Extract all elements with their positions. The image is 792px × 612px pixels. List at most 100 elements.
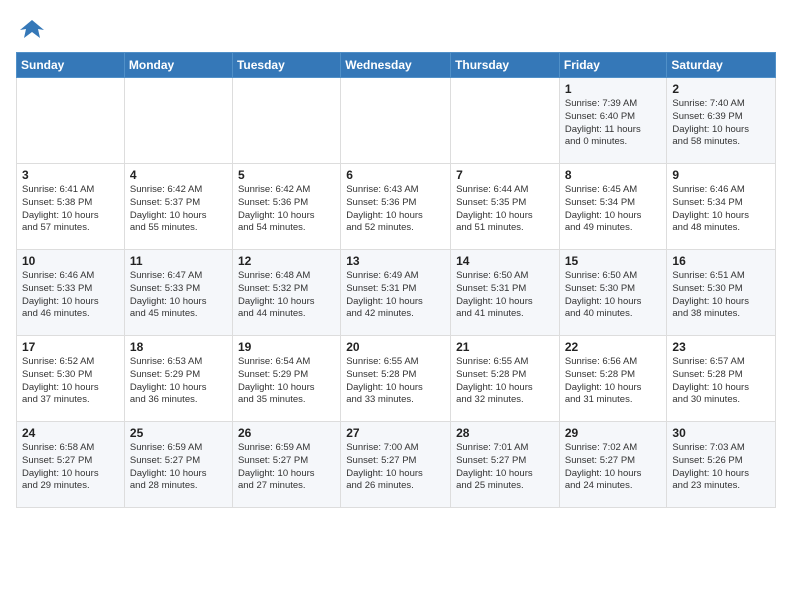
day-info: Sunrise: 6:53 AMSunset: 5:29 PMDaylight:… <box>130 356 227 407</box>
day-info: Sunrise: 6:49 AMSunset: 5:31 PMDaylight:… <box>346 270 445 321</box>
week-row-5: 24Sunrise: 6:58 AMSunset: 5:27 PMDayligh… <box>17 422 776 508</box>
weekday-wednesday: Wednesday <box>341 53 451 78</box>
day-cell: 9 Sunrise: 6:46 AMSunset: 5:34 PMDaylight… <box>667 164 776 250</box>
day-number: 8 <box>565 168 662 182</box>
day-cell: 2 Sunrise: 7:40 AMSunset: 6:39 PMDaylight… <box>667 78 776 164</box>
calendar-table: SundayMondayTuesdayWednesdayThursdayFrid… <box>16 52 776 508</box>
day-number: 17 <box>22 340 119 354</box>
day-number: 28 <box>456 426 554 440</box>
day-number: 1 <box>565 82 662 96</box>
week-row-4: 17 Sunrise: 6:52 AMSunset: 5:30 PMDayligh… <box>17 336 776 422</box>
day-cell <box>124 78 232 164</box>
day-info: Sunrise: 7:03 AMSunset: 5:26 PMDaylight:… <box>672 442 770 493</box>
day-cell: 18 Sunrise: 6:53 AMSunset: 5:29 PMDayligh… <box>124 336 232 422</box>
day-number: 2 <box>672 82 770 96</box>
day-info: Sunrise: 6:46 AMSunset: 5:33 PMDaylight:… <box>22 270 119 321</box>
day-number: 12 <box>238 254 335 268</box>
day-cell <box>341 78 451 164</box>
weekday-header-row: SundayMondayTuesdayWednesdayThursdayFrid… <box>17 53 776 78</box>
day-info: Sunrise: 7:39 AMSunset: 6:40 PMDaylight:… <box>565 98 662 149</box>
day-info: Sunrise: 7:02 AMSunset: 5:27 PMDaylight:… <box>565 442 662 493</box>
day-cell: 28 Sunrise: 7:01 AMSunset: 5:27 PMDayligh… <box>451 422 560 508</box>
logo <box>16 16 46 40</box>
day-cell: 1 Sunrise: 7:39 AMSunset: 6:40 PMDaylight… <box>559 78 667 164</box>
logo-bird-icon <box>18 16 46 44</box>
day-cell: 21Sunrise: 6:55 AMSunset: 5:28 PMDayligh… <box>451 336 560 422</box>
day-number: 10 <box>22 254 119 268</box>
day-cell: 26Sunrise: 6:59 AMSunset: 5:27 PMDayligh… <box>232 422 340 508</box>
weekday-friday: Friday <box>559 53 667 78</box>
day-info: Sunrise: 6:45 AMSunset: 5:34 PMDaylight:… <box>565 184 662 235</box>
day-number: 5 <box>238 168 335 182</box>
day-number: 19 <box>238 340 335 354</box>
day-number: 25 <box>130 426 227 440</box>
day-info: Sunrise: 6:55 AMSunset: 5:28 PMDaylight:… <box>346 356 445 407</box>
weekday-sunday: Sunday <box>17 53 125 78</box>
day-number: 22 <box>565 340 662 354</box>
day-info: Sunrise: 6:57 AMSunset: 5:28 PMDaylight:… <box>672 356 770 407</box>
day-cell: 22 Sunrise: 6:56 AMSunset: 5:28 PMDayligh… <box>559 336 667 422</box>
day-info: Sunrise: 6:59 AMSunset: 5:27 PMDaylight:… <box>130 442 227 493</box>
day-info: Sunrise: 7:01 AMSunset: 5:27 PMDaylight:… <box>456 442 554 493</box>
day-number: 27 <box>346 426 445 440</box>
day-cell: 23 Sunrise: 6:57 AMSunset: 5:28 PMDayligh… <box>667 336 776 422</box>
day-info: Sunrise: 6:54 AMSunset: 5:29 PMDaylight:… <box>238 356 335 407</box>
day-info: Sunrise: 6:56 AMSunset: 5:28 PMDaylight:… <box>565 356 662 407</box>
day-info: Sunrise: 7:00 AMSunset: 5:27 PMDaylight:… <box>346 442 445 493</box>
day-cell: 19 Sunrise: 6:54 AMSunset: 5:29 PMDayligh… <box>232 336 340 422</box>
day-cell <box>451 78 560 164</box>
week-row-1: 1 Sunrise: 7:39 AMSunset: 6:40 PMDaylight… <box>17 78 776 164</box>
day-cell: 11 Sunrise: 6:47 AMSunset: 5:33 PMDayligh… <box>124 250 232 336</box>
day-info: Sunrise: 6:47 AMSunset: 5:33 PMDaylight:… <box>130 270 227 321</box>
day-number: 6 <box>346 168 445 182</box>
day-cell: 20 Sunrise: 6:55 AMSunset: 5:28 PMDayligh… <box>341 336 451 422</box>
week-row-3: 10 Sunrise: 6:46 AMSunset: 5:33 PMDayligh… <box>17 250 776 336</box>
day-info: Sunrise: 6:48 AMSunset: 5:32 PMDaylight:… <box>238 270 335 321</box>
weekday-monday: Monday <box>124 53 232 78</box>
day-cell: 25 Sunrise: 6:59 AMSunset: 5:27 PMDayligh… <box>124 422 232 508</box>
day-cell: 29 Sunrise: 7:02 AMSunset: 5:27 PMDayligh… <box>559 422 667 508</box>
day-cell: 6 Sunrise: 6:43 AMSunset: 5:36 PMDaylight… <box>341 164 451 250</box>
day-number: 24 <box>22 426 119 440</box>
day-number: 4 <box>130 168 227 182</box>
day-cell: 16Sunrise: 6:51 AMSunset: 5:30 PMDayligh… <box>667 250 776 336</box>
page: SundayMondayTuesdayWednesdayThursdayFrid… <box>0 0 792 518</box>
day-cell: 3Sunrise: 6:41 AMSunset: 5:38 PMDaylight… <box>17 164 125 250</box>
day-number: 14 <box>456 254 554 268</box>
day-number: 29 <box>565 426 662 440</box>
day-info: Sunrise: 6:41 AMSunset: 5:38 PMDaylight:… <box>22 184 119 235</box>
day-info: Sunrise: 6:50 AMSunset: 5:31 PMDaylight:… <box>456 270 554 321</box>
day-number: 9 <box>672 168 770 182</box>
day-cell: 12 Sunrise: 6:48 AMSunset: 5:32 PMDayligh… <box>232 250 340 336</box>
day-number: 20 <box>346 340 445 354</box>
day-cell: 10 Sunrise: 6:46 AMSunset: 5:33 PMDayligh… <box>17 250 125 336</box>
day-cell <box>232 78 340 164</box>
day-number: 15 <box>565 254 662 268</box>
day-cell: 7Sunrise: 6:44 AMSunset: 5:35 PMDaylight… <box>451 164 560 250</box>
day-info: Sunrise: 6:46 AMSunset: 5:34 PMDaylight:… <box>672 184 770 235</box>
day-info: Sunrise: 6:52 AMSunset: 5:30 PMDaylight:… <box>22 356 119 407</box>
day-number: 18 <box>130 340 227 354</box>
day-number: 7 <box>456 168 554 182</box>
day-number: 23 <box>672 340 770 354</box>
day-info: Sunrise: 6:51 AMSunset: 5:30 PMDaylight:… <box>672 270 770 321</box>
day-info: Sunrise: 7:40 AMSunset: 6:39 PMDaylight:… <box>672 98 770 149</box>
day-info: Sunrise: 6:59 AMSunset: 5:27 PMDaylight:… <box>238 442 335 493</box>
header <box>16 16 776 40</box>
day-cell: 30 Sunrise: 7:03 AMSunset: 5:26 PMDayligh… <box>667 422 776 508</box>
day-cell: 14 Sunrise: 6:50 AMSunset: 5:31 PMDayligh… <box>451 250 560 336</box>
day-cell: 5Sunrise: 6:42 AMSunset: 5:36 PMDaylight… <box>232 164 340 250</box>
day-info: Sunrise: 6:42 AMSunset: 5:37 PMDaylight:… <box>130 184 227 235</box>
day-number: 30 <box>672 426 770 440</box>
day-cell: 8 Sunrise: 6:45 AMSunset: 5:34 PMDaylight… <box>559 164 667 250</box>
day-cell: 24Sunrise: 6:58 AMSunset: 5:27 PMDayligh… <box>17 422 125 508</box>
day-number: 11 <box>130 254 227 268</box>
day-info: Sunrise: 6:43 AMSunset: 5:36 PMDaylight:… <box>346 184 445 235</box>
weekday-saturday: Saturday <box>667 53 776 78</box>
day-cell: 13 Sunrise: 6:49 AMSunset: 5:31 PMDayligh… <box>341 250 451 336</box>
day-number: 13 <box>346 254 445 268</box>
day-number: 21 <box>456 340 554 354</box>
day-cell: 27 Sunrise: 7:00 AMSunset: 5:27 PMDayligh… <box>341 422 451 508</box>
weekday-tuesday: Tuesday <box>232 53 340 78</box>
day-cell: 15Sunrise: 6:50 AMSunset: 5:30 PMDayligh… <box>559 250 667 336</box>
